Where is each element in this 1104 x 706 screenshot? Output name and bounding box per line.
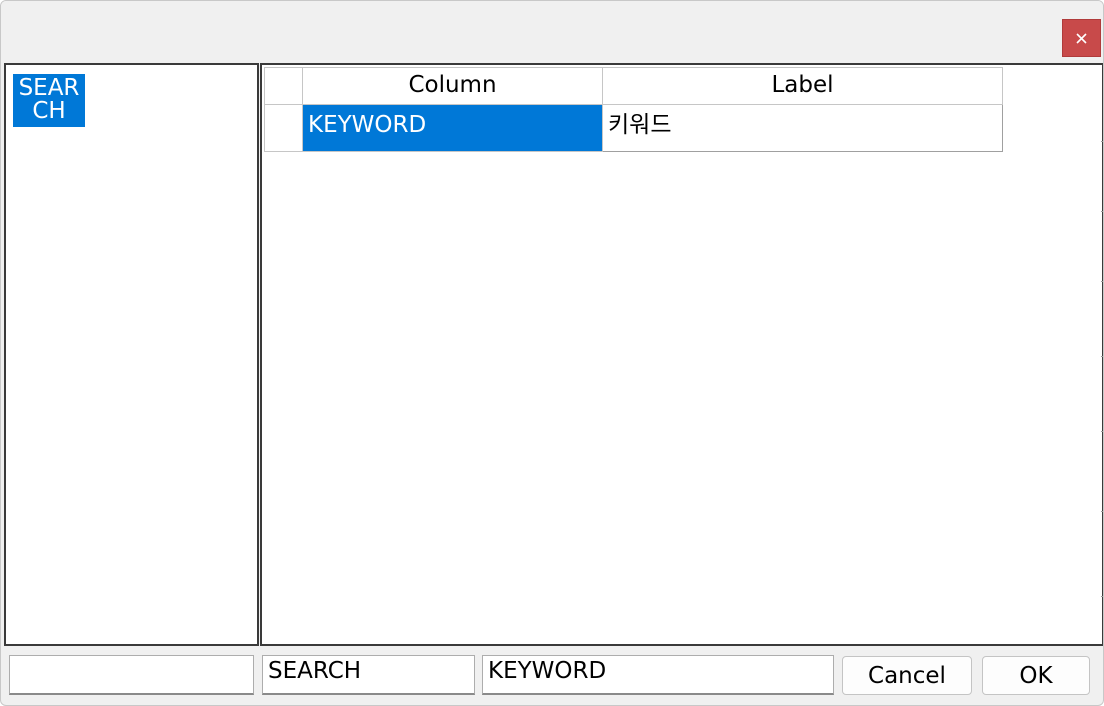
column-header-label[interactable]: Label xyxy=(603,67,1003,105)
tree-item-search[interactable]: SEARCH xyxy=(13,74,85,127)
grid-cell-label[interactable]: 키워드 xyxy=(603,105,1003,152)
row-header[interactable] xyxy=(264,105,303,152)
table-name-field[interactable]: SEARCH xyxy=(262,655,475,695)
dialog-window: SEARCH Column Label KEYWORD 키워드 SEARCH K… xyxy=(0,0,1104,706)
close-icon xyxy=(1076,32,1087,44)
status-field-empty[interactable] xyxy=(9,655,254,695)
column-name-field[interactable]: KEYWORD xyxy=(482,655,834,695)
grid-corner-cell[interactable] xyxy=(264,67,303,105)
grid-cell-column[interactable]: KEYWORD xyxy=(303,105,603,152)
column-header-column[interactable]: Column xyxy=(303,67,603,105)
tree-panel[interactable]: SEARCH xyxy=(4,63,259,646)
ok-button[interactable]: OK xyxy=(982,656,1090,695)
close-button[interactable] xyxy=(1062,19,1101,57)
cancel-button[interactable]: Cancel xyxy=(842,656,972,695)
grid-panel[interactable]: Column Label KEYWORD 키워드 xyxy=(260,63,1103,646)
title-bar xyxy=(1,1,1103,63)
